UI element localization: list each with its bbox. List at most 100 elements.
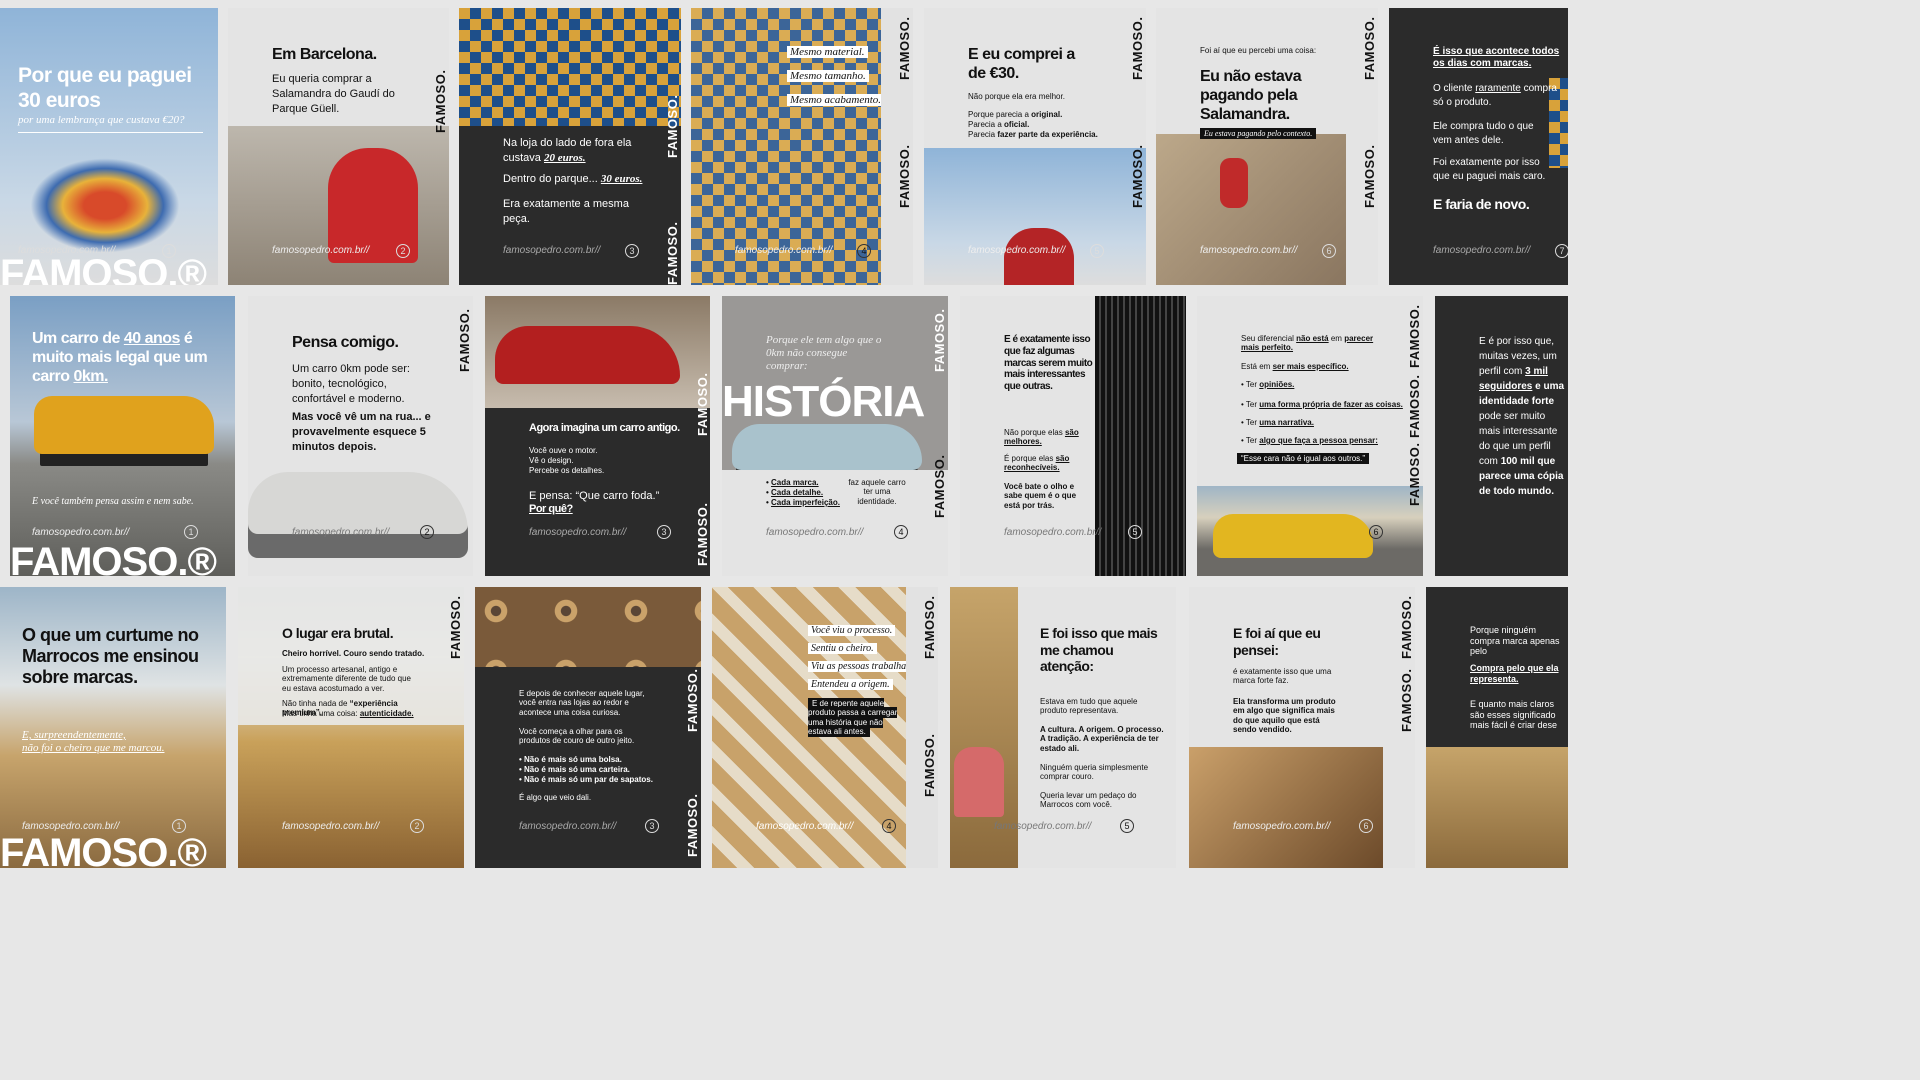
brand-vertical: FAMOSO. [932, 454, 947, 518]
slide-text-1: Você ouve o motor. [529, 446, 598, 455]
brand-logo: FAMOSO.® [0, 831, 207, 868]
url: famosopedro.com.br// [272, 245, 370, 256]
brand-vertical: FAMOSO. [932, 308, 947, 372]
souk-photo [1426, 747, 1568, 868]
slide-r3-5[interactable]: E foi isso que mais me chamou atenção: E… [950, 587, 1176, 868]
url: famosopedro.com.br// [756, 821, 854, 832]
brand-vertical: FAMOSO. [897, 144, 912, 208]
slide-number: 6 [1322, 244, 1336, 258]
divider [18, 132, 203, 133]
slide-r2-3[interactable]: Agora imagina um carro antigo. Você ouve… [485, 296, 710, 576]
bullet-1: • Cada marca. [766, 478, 819, 487]
slide-text-2: O cliente raramente compra só o produto. [1433, 83, 1557, 108]
slide-r1-4[interactable]: Mesmo material. Mesmo tamanho. Mesmo aca… [691, 8, 913, 285]
slide-number: 1 [184, 525, 198, 539]
slide-r1-5[interactable]: E eu comprei a de €30. Não porque ela er… [924, 8, 1146, 285]
slide-title: Agora imagina um carro antigo. [529, 422, 680, 434]
kicker: Foi aí que eu percebi uma coisa: [1200, 46, 1317, 55]
brand-logo: FAMOSO.® [10, 540, 217, 576]
slide-number: 7 [1555, 244, 1568, 258]
slide-r3-3[interactable]: E depois de conhecer aquele lugar, você … [475, 587, 701, 868]
caption-2: Sentiu o cheiro. [808, 643, 877, 655]
brand-vertical: FAMOSO. [685, 668, 700, 732]
slide-text-1: Um carro 0km pode ser: bonito, tecnológi… [292, 363, 410, 405]
url: famosopedro.com.br// [519, 821, 617, 832]
slide-text-4: Foi exatamente por isso que eu paguei ma… [1433, 157, 1546, 182]
slide-r3-4[interactable]: Você viu o processo. Sentiu o cheiro. Vi… [712, 587, 938, 868]
white-suv-photo [248, 472, 468, 558]
slide-text-3: Era exatamente a mesma peça. [503, 198, 629, 225]
slide-r3-2[interactable]: O lugar era brutal. Cheiro horrível. Cou… [238, 587, 464, 868]
slide-number: 3 [645, 819, 659, 833]
slide-r2-4[interactable]: Porque ele tem algo que o 0km não conseg… [722, 296, 948, 576]
slide-title: Em Barcelona. [272, 46, 377, 63]
slide-r1-2[interactable]: Em Barcelona. Eu queria comprar a Salama… [228, 8, 449, 285]
slide-number: 5 [1128, 525, 1142, 539]
slide-text-2: Ela transforma um produto em algo que si… [1233, 697, 1336, 735]
slide-number: 2 [420, 525, 434, 539]
brand-vertical: FAMOSO. [1130, 16, 1145, 80]
slide-text-1: Estava em tudo que aquele produto repres… [1040, 697, 1138, 716]
slide-r1-3[interactable]: Na loja do lado de fora ela custava 20 e… [459, 8, 681, 285]
bullet-3: • Ter uma narrativa. [1241, 418, 1314, 427]
slide-number: 4 [882, 819, 896, 833]
slide-text-3: E quanto mais claros são esses significa… [1470, 699, 1558, 731]
brand-vertical: FAMOSO. [448, 595, 463, 659]
url: famosopedro.com.br// [994, 821, 1092, 832]
slide-title: E foi aí que eu pensei: [1233, 625, 1321, 658]
slide-subtitle-2: não foi o cheiro que me marcou. [22, 742, 165, 754]
yellow-car [1213, 514, 1373, 558]
tannery-vats-photo [475, 587, 701, 667]
brand-vertical: FAMOSO. [1362, 16, 1377, 80]
slide-r2-1[interactable]: Um carro de 40 anos é muito mais legal q… [10, 296, 235, 576]
slide-r3-7[interactable]: Porque ninguém compra marca apenas pelo … [1426, 587, 1568, 868]
slide-r1-1[interactable]: Por que eu paguei 30 euros por uma lembr… [0, 8, 218, 285]
slide-r2-2[interactable]: Pensa comigo. Um carro 0km pode ser: bon… [248, 296, 473, 576]
slide-number: 5 [1090, 244, 1104, 258]
slide-text-4: Mas tinha uma coisa: autenticidade. [282, 709, 414, 718]
slide-title: E eu comprei a de €30. [968, 46, 1075, 82]
brand-vertical: FAMOSO. [1362, 144, 1377, 208]
slide-text-2: Porque parecia a original. [968, 110, 1063, 119]
slide-side-text: faz aquele carro ter uma identidade. [848, 478, 906, 506]
slide-r1-6[interactable]: Foi aí que eu percebi uma coisa: Eu não … [1156, 8, 1378, 285]
person-red-shirt [1220, 158, 1248, 208]
url: famosopedro.com.br// [968, 245, 1066, 256]
slide-r2-6[interactable]: Seu diferencial não está em parecer mais… [1197, 296, 1423, 576]
slide-title: O que um curtume no Marrocos me ensinou … [22, 625, 199, 688]
slide-r1-7[interactable]: É isso que acontece todos os dias com ma… [1389, 8, 1568, 285]
slide-text-1: E depois de conhecer aquele lugar, você … [519, 689, 645, 717]
slide-number: 4 [894, 525, 908, 539]
slide-text-1: Seu diferencial não está em parecer mais… [1241, 334, 1374, 353]
brand-logo: FAMOSO.® [0, 252, 207, 285]
caption-2: Mesmo tamanho. [787, 70, 869, 83]
yellow-car-photo [34, 396, 214, 454]
slide-text-2: É porque elas são reconhecíveis. [1004, 454, 1070, 473]
url: famosopedro.com.br// [292, 527, 390, 538]
slide-text-1: Na loja do lado de fora ela custava 20 e… [503, 137, 632, 164]
brand-vertical: FAMOSO. [897, 16, 912, 80]
slide-number: 4 [857, 244, 871, 258]
slide-text-1: é exatamente isso que uma marca forte fa… [1233, 667, 1332, 686]
slide-text-4: E pensa: “Que carro foda.” [529, 490, 660, 502]
person-red-jacket [1004, 228, 1074, 285]
slide-r2-5[interactable]: E é exatamente isso que faz algumas marc… [960, 296, 1186, 576]
slide-text-3: É algo que veio dali. [519, 793, 592, 802]
red-car [495, 326, 680, 384]
slide-question: Por quê? [529, 503, 573, 515]
slide-r3-1[interactable]: O que um curtume no Marrocos me ensinou … [0, 587, 226, 868]
url: famosopedro.com.br// [32, 527, 130, 538]
bullet-2: • Não é mais só uma carteira. [519, 765, 630, 774]
bullet-2: • Ter uma forma própria de fazer as cois… [1241, 400, 1403, 409]
caption-1: Mesmo material. [787, 46, 868, 59]
quote-tag: “Esse cara não é igual aos outros.” [1237, 453, 1370, 464]
slide-text-1: Não porque elas são melhores. [1004, 428, 1079, 447]
blue-porsche-photo [732, 424, 922, 470]
slide-title: Eu não estava pagando pela Salamandra. [1200, 68, 1302, 123]
slide-r3-6[interactable]: E foi aí que eu pensei: é exatamente iss… [1189, 587, 1415, 868]
url: famosopedro.com.br// [735, 245, 833, 256]
slide-text-3: Parecia a oficial. [968, 120, 1030, 129]
slide-text-2: Um processo artesanal, antigo e extremam… [282, 665, 411, 693]
slide-subtitle: E você também pensa assim e nem sabe. [32, 496, 194, 507]
slide-r2-7[interactable]: E é por isso que, muitas vezes, um perfi… [1435, 296, 1568, 576]
